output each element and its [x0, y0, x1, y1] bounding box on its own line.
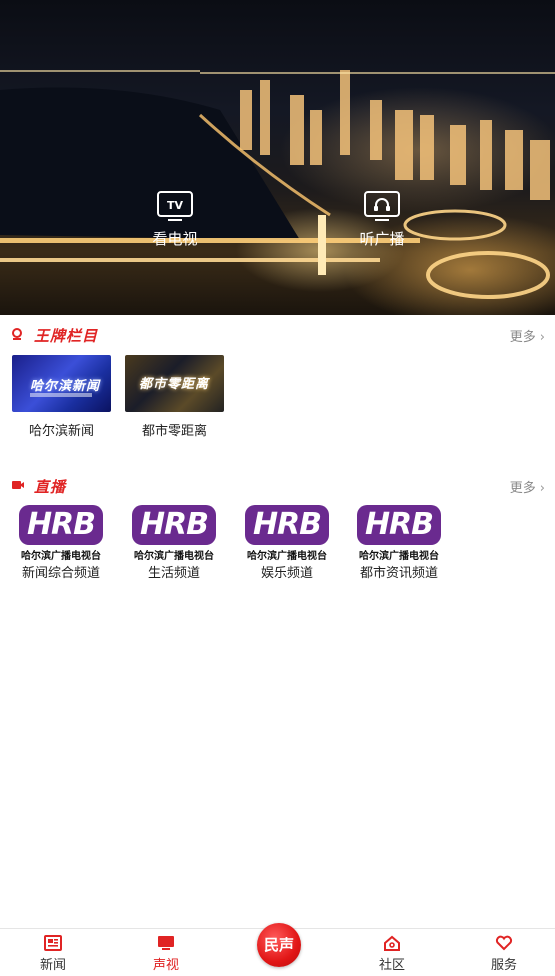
featured-item-harbin-news[interactable]: 哈尔滨新闻 哈尔滨新闻 [12, 355, 111, 439]
listen-radio-label: 听广播 [359, 230, 405, 248]
featured-item-label: 都市零距离 [141, 424, 207, 439]
nav-services[interactable]: 服务 [464, 935, 544, 973]
featured-section-header: 王牌栏目 更多 › [0, 325, 555, 347]
news-icon [44, 935, 62, 951]
nav-news[interactable]: 新闻 [13, 935, 93, 973]
hero-banner: TV 看电视 听广播 [0, 0, 555, 315]
tv-icon [158, 936, 174, 950]
watch-tv-button[interactable]: TV 看电视 [130, 190, 220, 249]
live-section-title: 直播 [34, 478, 67, 496]
harbin-news-thumbnail: 哈尔滨新闻 [12, 355, 111, 412]
nav-community[interactable]: 社区 [352, 935, 432, 973]
live-channel-city-info[interactable]: HRB 哈尔滨广播电视台 都市资讯频道 [345, 505, 453, 581]
live-section-header: 直播 更多 › [0, 476, 555, 498]
hrb-logo: HRB 哈尔滨广播电视台 [357, 505, 441, 562]
live-channel-entertainment[interactable]: HRB 哈尔滨广播电视台 娱乐频道 [233, 505, 341, 581]
hrb-logo: HRB 哈尔滨广播电视台 [245, 505, 329, 562]
medal-icon [12, 328, 22, 340]
listen-radio-button[interactable]: 听广播 [337, 190, 427, 249]
hrb-logo: HRB 哈尔滨广播电视台 [132, 505, 216, 562]
nav-audio-video[interactable]: 声视 [126, 935, 206, 973]
radio-icon [364, 191, 400, 221]
hrb-logo: HRB 哈尔滨广播电视台 [19, 505, 103, 562]
chevron-right-icon: › [539, 481, 545, 496]
live-channel-life[interactable]: HRB 哈尔滨广播电视台 生活频道 [120, 505, 228, 581]
live-more-link[interactable]: 更多 › [510, 477, 545, 496]
live-channel-label: 生活频道 [147, 566, 200, 581]
tv-icon: TV [157, 191, 193, 221]
watch-tv-label: 看电视 [152, 230, 198, 248]
svg-text:TV: TV [167, 199, 184, 212]
live-channel-label: 新闻综合频道 [21, 566, 100, 581]
live-channel-label: 都市资讯频道 [359, 566, 438, 581]
home-icon [384, 935, 400, 951]
chevron-right-icon: › [539, 330, 545, 345]
featured-item-label: 哈尔滨新闻 [28, 424, 94, 439]
featured-section-title: 王牌栏目 [34, 327, 99, 345]
city-night-image [0, 70, 555, 299]
video-camera-icon [12, 481, 24, 489]
bottom-navigation: 新闻 声视 民声 社区 服务 [0, 923, 555, 976]
featured-more-link[interactable]: 更多 › [510, 326, 545, 345]
nav-minsheng-button[interactable]: 民声 [257, 923, 301, 967]
featured-item-city-zero-distance[interactable]: 都市零距离 都市零距离 [125, 355, 224, 439]
heart-icon [495, 935, 513, 951]
live-channel-label: 娱乐频道 [260, 566, 313, 581]
live-channel-news[interactable]: HRB 哈尔滨广播电视台 新闻综合频道 [7, 505, 115, 581]
city-zero-distance-thumbnail: 都市零距离 [125, 355, 224, 412]
